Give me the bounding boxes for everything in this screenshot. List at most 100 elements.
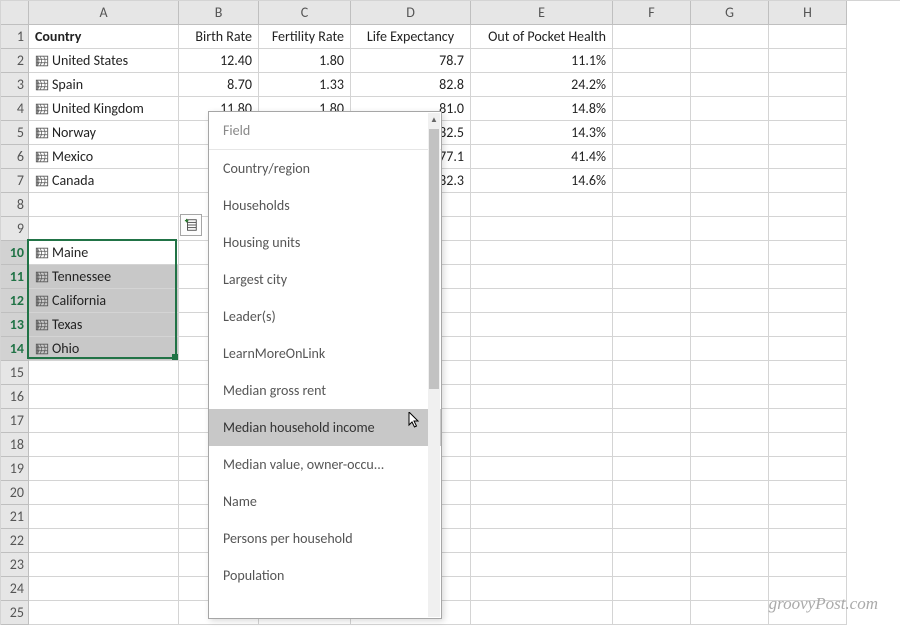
dropdown-item[interactable]: Persons per household — [209, 520, 441, 557]
cell-E13[interactable] — [471, 313, 613, 337]
spreadsheet-grid[interactable]: ABCDEFGH1CountryBirth RateFertility Rate… — [0, 0, 900, 625]
cell-E16[interactable] — [471, 385, 613, 409]
cell-G7[interactable] — [691, 169, 769, 193]
cell-E2[interactable]: 11.1% — [471, 49, 613, 73]
cell-A13[interactable]: Texas — [29, 313, 179, 337]
scroll-up-arrow[interactable]: ▲ — [428, 113, 440, 127]
cell-G15[interactable] — [691, 361, 769, 385]
column-header-B[interactable]: B — [179, 1, 259, 25]
cell-G6[interactable] — [691, 145, 769, 169]
dropdown-item[interactable]: Housing units — [209, 224, 441, 261]
cell-G16[interactable] — [691, 385, 769, 409]
dropdown-item[interactable]: Largest city — [209, 261, 441, 298]
cell-H20[interactable] — [769, 481, 847, 505]
cell-H11[interactable] — [769, 265, 847, 289]
column-header-C[interactable]: C — [259, 1, 351, 25]
cell-E14[interactable] — [471, 337, 613, 361]
cell-E4[interactable]: 14.8% — [471, 97, 613, 121]
cell-E21[interactable] — [471, 505, 613, 529]
cell-A19[interactable] — [29, 457, 179, 481]
cell-A17[interactable] — [29, 409, 179, 433]
cell-E11[interactable] — [471, 265, 613, 289]
cell-H1[interactable] — [769, 25, 847, 49]
cell-F23[interactable] — [613, 553, 691, 577]
cell-H5[interactable] — [769, 121, 847, 145]
cell-H3[interactable] — [769, 73, 847, 97]
cell-G4[interactable] — [691, 97, 769, 121]
cell-E24[interactable] — [471, 577, 613, 601]
select-all-corner[interactable] — [1, 1, 29, 25]
cell-H14[interactable] — [769, 337, 847, 361]
cell-E23[interactable] — [471, 553, 613, 577]
dropdown-item[interactable]: Country/region — [209, 150, 441, 187]
cell-H18[interactable] — [769, 433, 847, 457]
cell-A3[interactable]: Spain — [29, 73, 179, 97]
cell-G25[interactable] — [691, 601, 769, 625]
cell-F10[interactable] — [613, 241, 691, 265]
cell-G17[interactable] — [691, 409, 769, 433]
row-header-13[interactable]: 13 — [1, 313, 29, 337]
cell-G3[interactable] — [691, 73, 769, 97]
field-dropdown[interactable]: FieldCountry/regionHouseholdsHousing uni… — [208, 111, 442, 619]
cell-A2[interactable]: United States — [29, 49, 179, 73]
cell-E5[interactable]: 14.3% — [471, 121, 613, 145]
cell-F6[interactable] — [613, 145, 691, 169]
column-header-E[interactable]: E — [471, 1, 613, 25]
cell-A16[interactable] — [29, 385, 179, 409]
row-header-16[interactable]: 16 — [1, 385, 29, 409]
cell-H6[interactable] — [769, 145, 847, 169]
cell-H17[interactable] — [769, 409, 847, 433]
cell-F24[interactable] — [613, 577, 691, 601]
cell-G14[interactable] — [691, 337, 769, 361]
cell-A15[interactable] — [29, 361, 179, 385]
row-header-18[interactable]: 18 — [1, 433, 29, 457]
cell-C2[interactable]: 1.80 — [259, 49, 351, 73]
cell-G11[interactable] — [691, 265, 769, 289]
cell-H19[interactable] — [769, 457, 847, 481]
cell-A20[interactable] — [29, 481, 179, 505]
cell-G19[interactable] — [691, 457, 769, 481]
cell-F13[interactable] — [613, 313, 691, 337]
cell-E9[interactable] — [471, 217, 613, 241]
cell-D1[interactable]: Life Expectancy — [351, 25, 471, 49]
cell-F1[interactable] — [613, 25, 691, 49]
cell-E1[interactable]: Out of Pocket Health — [471, 25, 613, 49]
cell-H16[interactable] — [769, 385, 847, 409]
cell-E8[interactable] — [471, 193, 613, 217]
row-header-17[interactable]: 17 — [1, 409, 29, 433]
row-header-6[interactable]: 6 — [1, 145, 29, 169]
cell-E7[interactable]: 14.6% — [471, 169, 613, 193]
row-header-10[interactable]: 10 — [1, 241, 29, 265]
cell-A23[interactable] — [29, 553, 179, 577]
cell-F15[interactable] — [613, 361, 691, 385]
row-header-21[interactable]: 21 — [1, 505, 29, 529]
cell-A6[interactable]: Mexico — [29, 145, 179, 169]
column-header-A[interactable]: A — [29, 1, 179, 25]
column-header-D[interactable]: D — [351, 1, 471, 25]
cell-F9[interactable] — [613, 217, 691, 241]
cell-B2[interactable]: 12.40 — [179, 49, 259, 73]
cell-E18[interactable] — [471, 433, 613, 457]
cell-H15[interactable] — [769, 361, 847, 385]
dropdown-item[interactable]: Median gross rent — [209, 372, 441, 409]
cell-H23[interactable] — [769, 553, 847, 577]
row-header-20[interactable]: 20 — [1, 481, 29, 505]
cell-A7[interactable]: Canada — [29, 169, 179, 193]
cell-H12[interactable] — [769, 289, 847, 313]
cell-A18[interactable] — [29, 433, 179, 457]
dropdown-item[interactable]: Median household income — [209, 409, 441, 446]
cell-A9[interactable] — [29, 217, 179, 241]
cell-G5[interactable] — [691, 121, 769, 145]
cell-E3[interactable]: 24.2% — [471, 73, 613, 97]
cell-G24[interactable] — [691, 577, 769, 601]
column-header-H[interactable]: H — [769, 1, 847, 25]
cell-F17[interactable] — [613, 409, 691, 433]
cell-F4[interactable] — [613, 97, 691, 121]
cell-F18[interactable] — [613, 433, 691, 457]
cell-F2[interactable] — [613, 49, 691, 73]
scroll-thumb[interactable] — [429, 129, 439, 389]
cell-C1[interactable]: Fertility Rate — [259, 25, 351, 49]
cell-A11[interactable]: Tennessee — [29, 265, 179, 289]
cell-H21[interactable] — [769, 505, 847, 529]
cell-C3[interactable]: 1.33 — [259, 73, 351, 97]
